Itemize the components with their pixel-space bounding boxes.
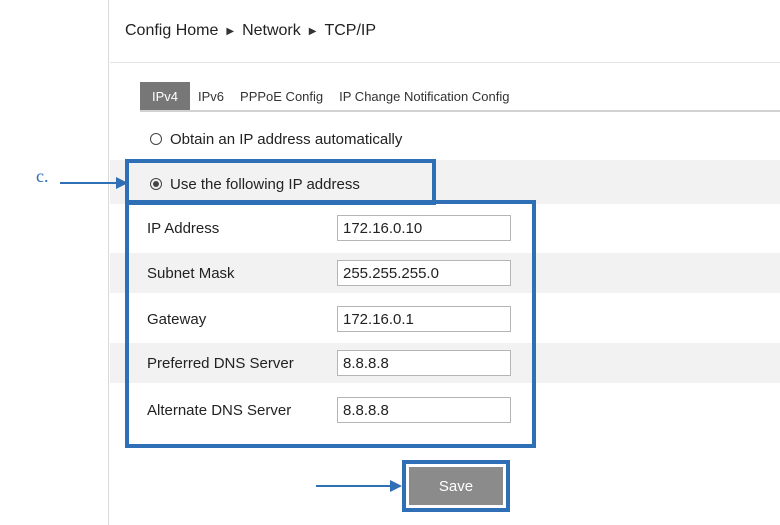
annotation-arrow [60, 182, 118, 184]
highlight-box-ip-mode [125, 159, 436, 205]
highlight-box-fields [125, 200, 536, 448]
header-divider [110, 62, 780, 63]
save-arrow [316, 485, 392, 487]
radio-obtain-automatically[interactable]: Obtain an IP address automatically [150, 128, 402, 150]
tab-pppoe-config[interactable]: PPPoE Config [232, 82, 331, 110]
tab-ip-change-notification-config[interactable]: IP Change Notification Config [331, 82, 517, 110]
tab-bar: IPv4 IPv6 PPPoE Config IP Change Notific… [140, 82, 517, 110]
breadcrumb-tcpip: TCP/IP [324, 22, 377, 39]
tab-ipv6[interactable]: IPv6 [190, 82, 232, 110]
radio-unchecked-icon[interactable] [150, 133, 162, 145]
breadcrumb-network[interactable]: Network [242, 22, 301, 40]
annotation-label: c. [36, 166, 49, 186]
tab-ipv4[interactable]: IPv4 [140, 82, 191, 110]
left-divider [108, 0, 109, 525]
tab-underline [140, 110, 780, 112]
arrow-head-icon [116, 177, 128, 189]
breadcrumb-separator-icon: ▶ [308, 25, 317, 37]
breadcrumb-separator-icon: ▶ [226, 25, 235, 37]
arrow-head-icon [390, 480, 402, 492]
save-button[interactable]: Save [409, 467, 503, 505]
breadcrumb-config-home[interactable]: Config Home [125, 22, 218, 40]
radio-obtain-automatically-label: Obtain an IP address automatically [170, 130, 403, 148]
breadcrumb: Config Home ▶ Network ▶ TCP/IP [125, 22, 376, 40]
